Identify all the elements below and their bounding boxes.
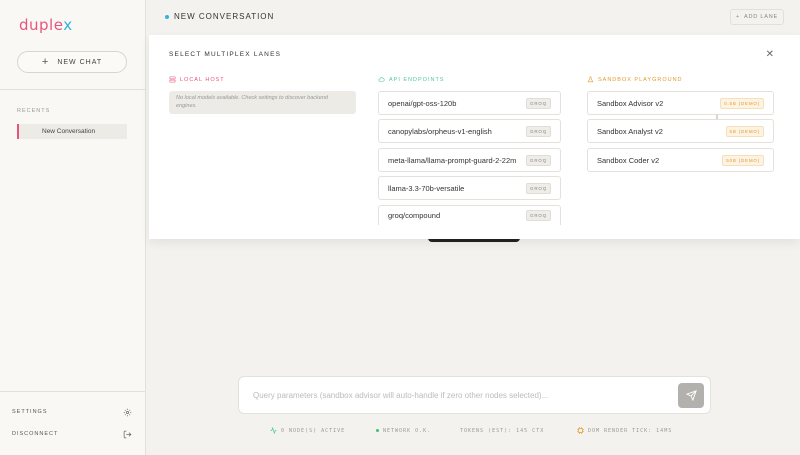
send-button[interactable] [678, 383, 704, 408]
provider-badge: GROQ [526, 210, 551, 221]
lane-name: meta-llama/llama-prompt-guard-2-22m [388, 155, 517, 165]
logout-icon [123, 430, 132, 438]
lane-option[interactable]: Sandbox Advisor v2 0.5B (DEMO) [587, 91, 774, 115]
flask-icon [587, 76, 594, 83]
activity-icon [270, 427, 277, 434]
cloud-icon [378, 77, 385, 82]
lane-option[interactable]: llama-3.3-70b-versatile GROQ [378, 176, 561, 200]
network-dot [376, 429, 379, 432]
lane-option[interactable]: Sandbox Analyst v2 5B (DEMO) [587, 119, 774, 143]
nodes-status: 0 NODE(S) ACTIVE [270, 426, 345, 435]
lane-option[interactable]: canopylabs/orpheus-v1-english GROQ [378, 119, 561, 143]
provider-badge: GROQ [526, 154, 551, 166]
settings-label: SETTINGS [12, 409, 48, 415]
plus-icon: + [41, 56, 50, 68]
provider-badge: GROQ [526, 182, 551, 194]
local-host-heading: LOCAL HOST [169, 76, 225, 83]
cpu-icon [577, 427, 584, 434]
gear-icon [123, 408, 132, 416]
settings-button[interactable]: SETTINGS [12, 406, 132, 418]
page-title: NEW CONVERSATION [174, 12, 275, 21]
recent-item[interactable]: New Conversation [17, 124, 127, 139]
network-status: NETWORK O.K. [376, 426, 431, 435]
query-input[interactable]: Query parameters (sandbox advisor will a… [238, 376, 711, 414]
local-empty-message: No local models available. Check setting… [169, 91, 356, 114]
add-lane-label: ADD LANE [744, 14, 778, 20]
server-icon [169, 76, 176, 83]
send-icon [685, 390, 697, 401]
lane-name: Sandbox Coder v2 [597, 155, 660, 165]
api-endpoints-heading: API ENDPOINTS [378, 76, 444, 83]
disconnect-label: DISCONNECT [12, 431, 59, 437]
new-chat-button[interactable]: + NEW CHAT [17, 51, 127, 73]
lane-option[interactable]: openai/gpt-oss-120b GROQ [378, 91, 561, 115]
new-chat-label: NEW CHAT [57, 58, 103, 66]
model-size-badge: 50B (DEMO) [722, 154, 764, 166]
provider-badge: GROQ [526, 97, 551, 109]
lane-name: canopylabs/orpheus-v1-english [388, 126, 492, 136]
status-dot [165, 15, 169, 19]
lane-name: openai/gpt-oss-120b [388, 98, 457, 108]
tokens-status: TOKENS (EST): 145 CTX [460, 427, 545, 434]
plus-icon: + [736, 14, 741, 20]
lane-option[interactable]: meta-llama/llama-prompt-guard-2-22m GROQ [378, 148, 561, 172]
close-icon[interactable]: ✕ [766, 50, 774, 60]
lane-name: llama-3.3-70b-versatile [388, 183, 465, 193]
model-size-badge: 0.5B (DEMO) [720, 97, 764, 109]
app-logo[interactable]: duplex [19, 16, 73, 34]
sidebar: duplex + NEW CHAT RECENTS New Conversati… [0, 0, 146, 455]
modal-title: SELECT MULTIPLEX LANES [169, 51, 282, 58]
render-status: DOM RENDER TICK: 14MS [577, 426, 672, 435]
sidebar-footer-divider [0, 391, 146, 392]
provider-badge: GROQ [526, 125, 551, 137]
sandbox-heading: SANDBOX PLAYGROUND [587, 76, 683, 83]
lane-name: Sandbox Analyst v2 [597, 126, 663, 136]
add-lane-button[interactable]: + ADD LANE [730, 9, 784, 25]
lane-name: Sandbox Advisor v2 [597, 98, 664, 108]
model-size-badge: 5B (DEMO) [725, 125, 764, 137]
lane-option[interactable]: Sandbox Coder v2 50B (DEMO) [587, 148, 774, 172]
conversation-header: NEW CONVERSATION + ADD LANE [147, 0, 800, 34]
lane-selector-modal: SELECT MULTIPLEX LANES ✕ LOCAL HOST No l… [149, 35, 800, 239]
lane-option[interactable]: groq/compound GROQ [378, 205, 561, 225]
sidebar-divider [0, 89, 146, 90]
recents-heading: RECENTS [17, 108, 51, 114]
disconnect-button[interactable]: DISCONNECT [12, 428, 132, 440]
lane-name: groq/compound [388, 211, 441, 220]
query-placeholder: Query parameters (sandbox advisor will a… [253, 391, 549, 400]
